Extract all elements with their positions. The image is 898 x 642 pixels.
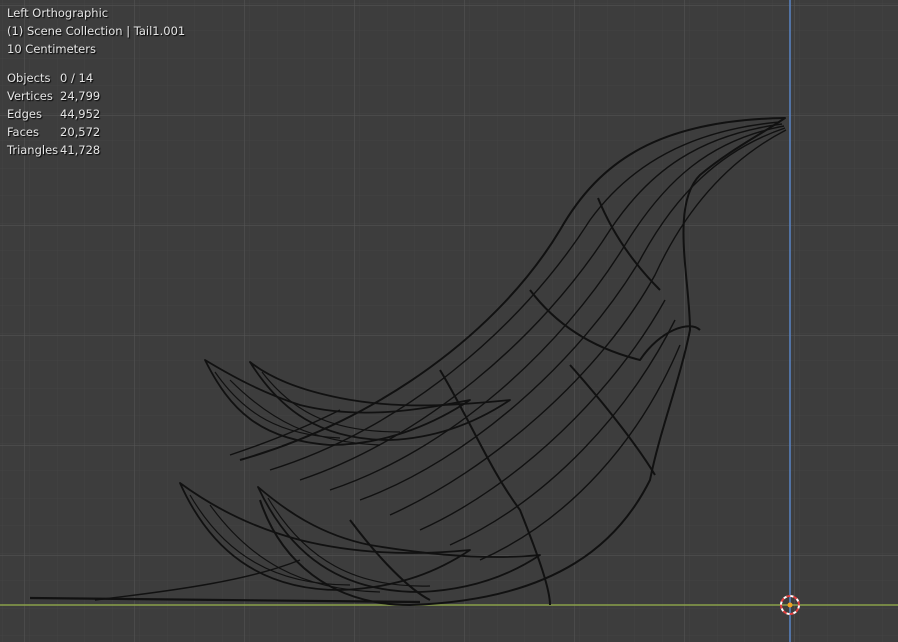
viewport-canvas[interactable] xyxy=(0,0,898,642)
grid-major xyxy=(0,0,898,642)
3d-viewport[interactable]: Left Orthographic (1) Scene Collection |… xyxy=(0,0,898,642)
